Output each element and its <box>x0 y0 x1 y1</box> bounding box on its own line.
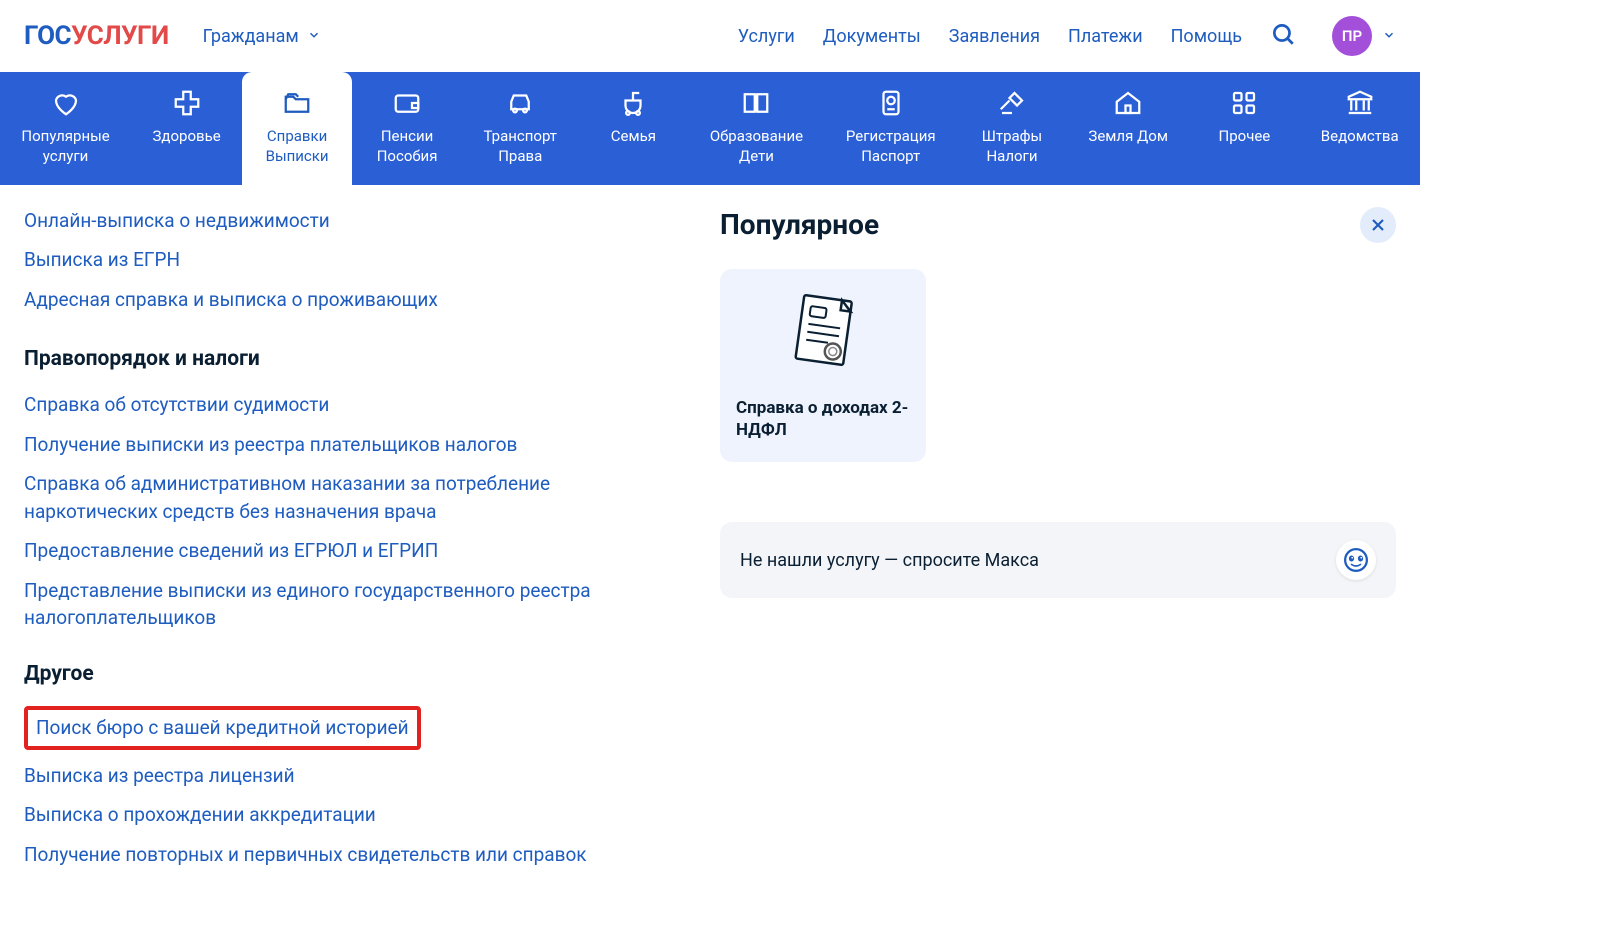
category-wallet[interactable]: ПенсииПособия <box>352 72 462 185</box>
category-passport[interactable]: РегистрацияПаспорт <box>824 72 957 185</box>
section-title-law: Правопорядок и налоги <box>24 347 680 371</box>
list-item[interactable]: Выписка о прохождении аккредитации <box>24 801 680 829</box>
category-label: Прочее <box>1219 126 1271 146</box>
top-nav: Услуги Документы Заявления Платежи Помощ… <box>738 26 1242 47</box>
category-agency[interactable]: Ведомства <box>1299 72 1420 185</box>
heart-icon <box>51 88 81 118</box>
stroller-icon <box>618 88 648 118</box>
category-label: РегистрацияПаспорт <box>846 126 936 167</box>
category-label: ОбразованиеДети <box>710 126 803 167</box>
list-item[interactable]: Получение выписки из реестра плательщико… <box>24 431 680 459</box>
category-label: СправкиВыписки <box>266 126 329 167</box>
list-item[interactable]: Представление выписки из единого государ… <box>24 577 680 632</box>
popular-header: Популярное <box>720 207 1396 243</box>
audience-label: Гражданам <box>203 26 299 47</box>
wallet-icon <box>392 88 422 118</box>
agency-icon <box>1345 88 1375 118</box>
category-folder[interactable]: СправкиВыписки <box>242 72 352 185</box>
list-item[interactable]: Получение повторных и первичных свидетел… <box>24 841 680 869</box>
document-icon <box>736 287 910 383</box>
popular-card-title: Справка о доходах 2-НДФЛ <box>736 397 910 443</box>
category-label: ШтрафыНалоги <box>982 126 1042 167</box>
chevron-down-icon <box>307 26 321 47</box>
category-label: Здоровье <box>153 126 221 146</box>
logo-uslugi: УСЛУГИ <box>71 21 169 51</box>
category-house[interactable]: Земля Дом <box>1067 72 1189 185</box>
list-item[interactable]: Выписка из ЕГРН <box>24 246 680 274</box>
header: ГОСУСЛУГИ Гражданам Услуги Документы Зая… <box>0 0 1420 72</box>
nav-help[interactable]: Помощь <box>1171 26 1242 47</box>
nav-documents[interactable]: Документы <box>823 26 921 47</box>
popular-card[interactable]: Справка о доходах 2-НДФЛ <box>720 269 926 463</box>
ask-max-text: Не нашли услугу — спросите Макса <box>740 550 1039 571</box>
category-grid[interactable]: Прочее <box>1189 72 1299 185</box>
gavel-icon <box>997 88 1027 118</box>
list-item-highlighted[interactable]: Поиск бюро с вашей кредитной историей <box>24 706 421 750</box>
list-item[interactable]: Справка об административном наказании за… <box>24 470 680 525</box>
close-icon[interactable] <box>1360 207 1396 243</box>
ask-max-bar[interactable]: Не нашли услугу — спросите Макса <box>720 522 1396 598</box>
section-law-links: Справка об отсутствии судимости Получение… <box>24 391 680 632</box>
grid-icon <box>1229 88 1259 118</box>
category-stroller[interactable]: Семья <box>578 72 688 185</box>
nav-applications[interactable]: Заявления <box>949 26 1040 47</box>
category-health[interactable]: Здоровье <box>131 72 242 185</box>
category-label: Ведомства <box>1321 126 1399 146</box>
right-column: Популярное <box>720 207 1396 881</box>
category-car[interactable]: ТранспортПрава <box>462 72 578 185</box>
list-item[interactable]: Онлайн-выписка о недвижимости <box>24 207 680 235</box>
popular-title: Популярное <box>720 208 879 241</box>
nav-payments[interactable]: Платежи <box>1068 26 1143 47</box>
avatar-chevron-icon[interactable] <box>1382 27 1396 46</box>
search-icon[interactable] <box>1270 21 1296 51</box>
section-title-other: Другое <box>24 662 680 686</box>
folder-icon <box>282 88 312 118</box>
category-label: ТранспортПрава <box>484 126 558 167</box>
category-bar: Популярныеуслуги Здоровье СправкиВыписки Пе… <box>0 72 1420 185</box>
category-label: Земля Дом <box>1088 126 1168 146</box>
house-icon <box>1113 88 1143 118</box>
robot-icon <box>1336 540 1376 580</box>
avatar[interactable]: ПР <box>1332 16 1372 56</box>
list-item[interactable]: Предоставление сведений из ЕГРЮЛ и ЕГРИП <box>24 537 680 565</box>
avatar-initials: ПР <box>1342 27 1362 45</box>
list-item[interactable]: Адресная справка и выписка о проживающих <box>24 286 680 314</box>
category-label: Семья <box>611 126 656 146</box>
category-heart[interactable]: Популярныеуслуги <box>0 72 131 185</box>
car-icon <box>505 88 535 118</box>
logo[interactable]: ГОСУСЛУГИ <box>24 21 169 51</box>
list-item[interactable]: Справка об отсутствии судимости <box>24 391 680 419</box>
intro-links: Онлайн-выписка о недвижимости Выписка из … <box>24 207 680 314</box>
category-book[interactable]: ОбразованиеДети <box>688 72 824 185</box>
nav-services[interactable]: Услуги <box>738 26 795 47</box>
passport-icon <box>876 88 906 118</box>
content: Онлайн-выписка о недвижимости Выписка из … <box>0 185 1420 911</box>
list-item[interactable]: Выписка из реестра лицензий <box>24 762 680 790</box>
audience-dropdown[interactable]: Гражданам <box>203 26 321 47</box>
category-label: Популярныеуслуги <box>21 126 109 167</box>
book-icon <box>741 88 771 118</box>
category-label: ПенсииПособия <box>377 126 438 167</box>
section-other-links: Поиск бюро с вашей кредитной историей Вып… <box>24 706 680 868</box>
category-gavel[interactable]: ШтрафыНалоги <box>957 72 1067 185</box>
health-icon <box>172 88 202 118</box>
logo-gos: ГОС <box>24 21 71 51</box>
left-column: Онлайн-выписка о недвижимости Выписка из … <box>24 207 680 881</box>
